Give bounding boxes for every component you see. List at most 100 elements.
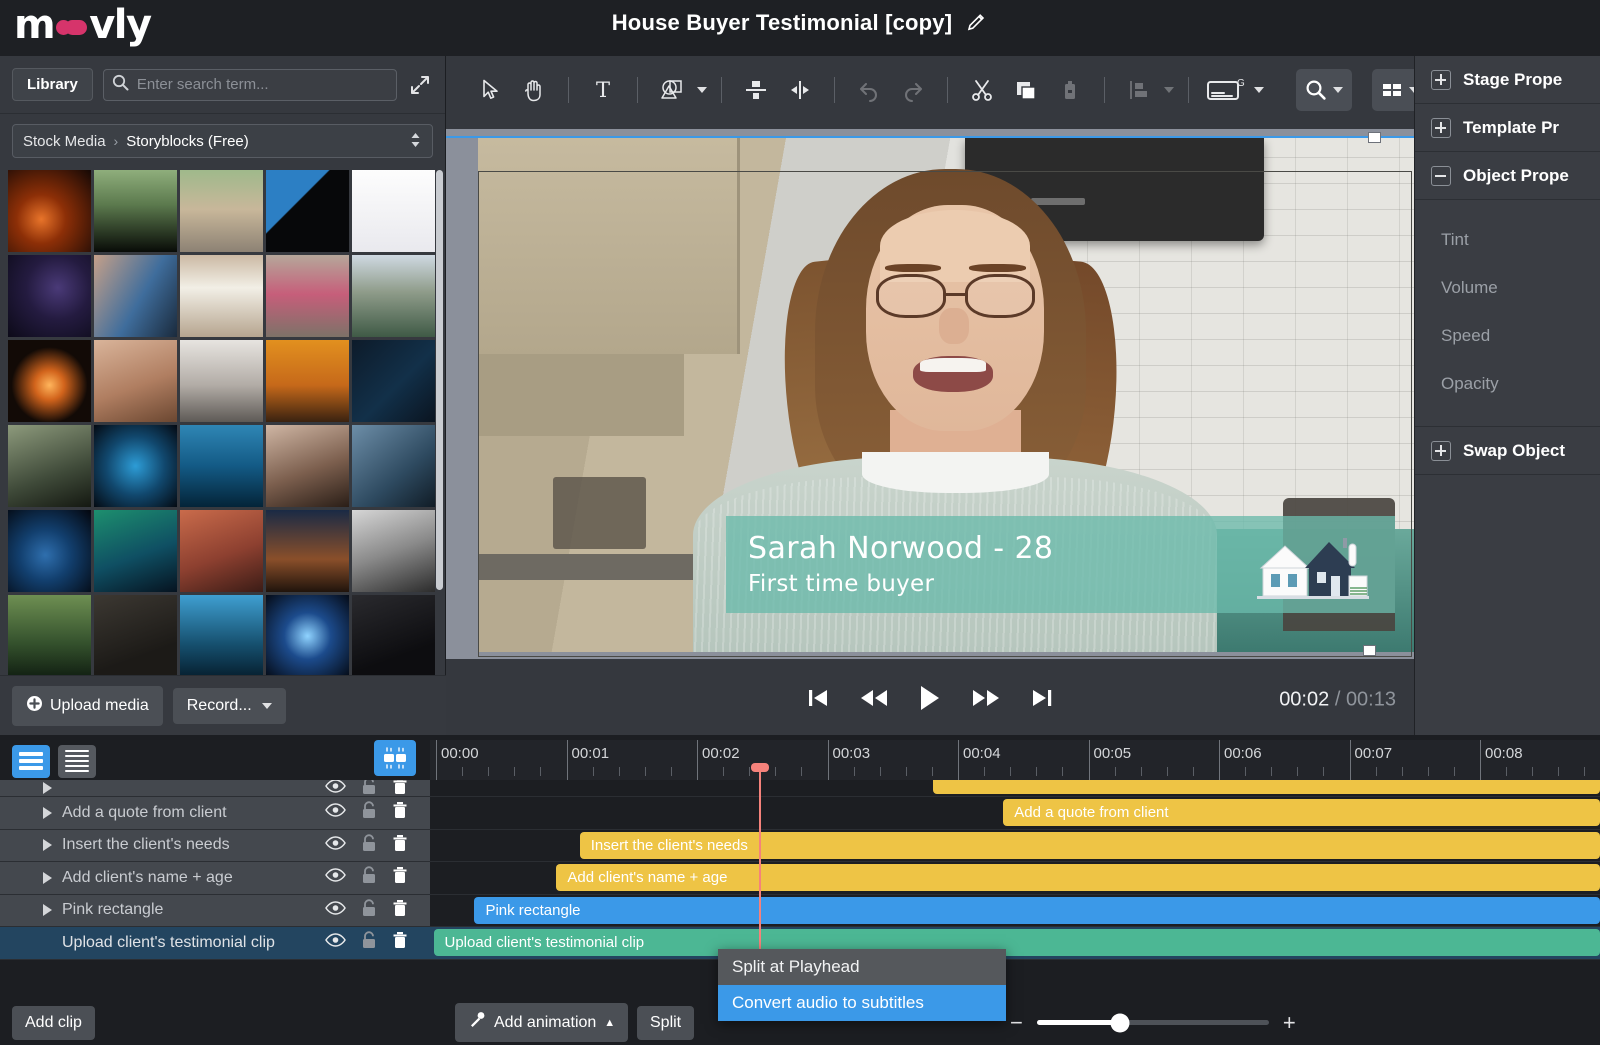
glue-icon[interactable] [1050,70,1090,110]
template-properties-header[interactable]: Template Pr [1415,104,1600,152]
trash-icon[interactable] [392,899,408,922]
lock-icon[interactable] [361,899,377,922]
redo-arrow-icon[interactable] [893,70,933,110]
media-thumbnail-falling-money[interactable] [94,170,177,252]
media-thumbnail-browser-screenshot[interactable] [352,170,435,252]
track-client-name-age[interactable]: Add client's name + age Add client's name… [0,862,1600,895]
zoom-slider[interactable] [1036,1013,1269,1032]
property-row-tint[interactable]: Tint [1415,216,1600,264]
media-thumbnail-blue-waves[interactable] [180,595,263,677]
cursor-icon[interactable] [470,70,510,110]
rewind-icon[interactable] [859,685,889,716]
timeline-clip[interactable]: Add a quote from client [1003,799,1600,826]
property-row-speed[interactable]: Speed [1415,312,1600,360]
media-thumbnail-dollar-bill-macro[interactable] [8,425,91,507]
timeline-clip[interactable]: Add client's name + age [556,864,1600,891]
media-thumbnail-phone-in-hand[interactable] [266,425,349,507]
media-thumbnail-glasses-on-laptop[interactable] [352,425,435,507]
lock-icon[interactable] [361,834,377,857]
track-header[interactable]: Add a quote from client [0,797,430,829]
media-thumbnail-orange-sunset[interactable] [266,340,349,422]
track-add-a-quote[interactable]: Add a quote from client Add a quote from … [0,797,1600,830]
track-lane[interactable]: Upload client's testimonial clip [430,927,1600,959]
undo-arrow-icon[interactable] [849,70,889,110]
record-button[interactable]: Record... [172,687,286,724]
track-header[interactable]: Pink rectangle [0,894,430,926]
list-view-icon[interactable] [12,744,50,778]
media-thumbnail-runner-legs[interactable] [180,170,263,252]
skip-to-end-icon[interactable] [1029,685,1055,716]
track-lane[interactable] [430,780,1600,796]
compact-view-icon[interactable] [58,744,96,778]
property-row-volume[interactable]: Volume [1415,264,1600,312]
zoom-button[interactable] [1296,69,1352,111]
track-lane[interactable]: Pink rectangle [430,895,1600,927]
align-horizontal-icon[interactable] [780,70,820,110]
upload-media-button[interactable]: Upload media [12,685,163,726]
zoom-out-icon[interactable]: − [1010,1011,1023,1034]
text-t-icon[interactable]: T [583,70,623,110]
eye-icon[interactable] [325,780,346,798]
media-thumbnail-fireworks-blue[interactable] [266,595,349,677]
media-thumbnail-code-on-screen[interactable] [352,340,435,422]
pencil-icon[interactable] [966,12,988,34]
expand-diagonal-icon[interactable] [407,72,433,98]
media-thumbnail-closed-sign[interactable] [180,255,263,337]
eye-icon[interactable] [325,933,346,952]
search-input[interactable] [128,76,396,93]
trash-icon[interactable] [392,931,408,954]
track-lane[interactable]: Insert the client's needs [430,830,1600,862]
track-header[interactable]: Add client's name + age [0,862,430,894]
split-button[interactable]: Split [637,1005,695,1040]
eye-icon[interactable] [325,835,346,855]
eye-icon[interactable] [325,803,346,822]
clip-view-icon[interactable] [374,740,416,776]
selection-handle-bottom[interactable] [1363,645,1376,656]
shapes-tool[interactable] [652,70,707,110]
partial-top-track[interactable] [0,780,1600,797]
property-row-opacity[interactable]: Opacity [1415,360,1600,408]
arrange-tool[interactable] [1119,70,1174,110]
add-animation-button[interactable]: Add animation ▲ [455,1003,629,1042]
timeline-clip[interactable] [933,780,1600,794]
media-thumbnail-earth-from-space[interactable] [8,510,91,592]
lock-icon[interactable] [361,866,377,889]
timeline-clip[interactable]: Insert the client's needs [579,831,1600,859]
track-pink-rectangle[interactable]: Pink rectangle Pink rectangle [0,894,1600,927]
trash-icon[interactable] [392,834,408,857]
media-thumbnail-underwater-light[interactable] [180,425,263,507]
skip-to-start-icon[interactable] [805,685,831,716]
eye-icon[interactable] [325,900,346,920]
align-vertical-icon[interactable] [736,70,776,110]
timeline-clip[interactable]: Pink rectangle [474,896,1600,924]
media-thumbnail-city-lights-night[interactable] [266,510,349,592]
expand-arrow-icon[interactable] [43,871,52,884]
media-thumbnail-city-aerial[interactable] [352,255,435,337]
expand-arrow-icon[interactable] [43,806,52,819]
hand-icon[interactable] [514,70,554,110]
media-thumbnail-explosion-dark[interactable] [8,340,91,422]
library-breadcrumb-select[interactable]: Stock Media › Storyblocks (Free) [12,124,433,158]
swap-object-header[interactable]: Swap Object [1415,427,1600,475]
selection-handle-top[interactable] [1368,132,1381,143]
lock-icon[interactable] [361,931,377,954]
track-header[interactable] [0,780,430,796]
copy-icon[interactable] [1006,70,1046,110]
subtitles-tool[interactable]: G [1203,70,1264,110]
video-preview[interactable]: Sarah Norwood - 28 First time buyer [478,138,1414,652]
expand-arrow-icon[interactable] [43,782,52,794]
track-insert-needs[interactable]: Insert the client's needs Insert the clie… [0,829,1600,862]
expand-arrow-icon[interactable] [43,839,52,852]
stock-media-grid[interactable] [8,170,438,715]
track-header[interactable]: Insert the client's needs [0,829,430,861]
media-thumbnail-dark-abstract[interactable] [352,595,435,677]
media-thumbnail-starry-sky[interactable] [8,255,91,337]
media-thumbnail-dark-texture[interactable] [94,595,177,677]
zoom-slider-handle[interactable] [1110,1013,1130,1032]
search-box[interactable] [102,68,397,101]
media-thumbnail-fire-embers[interactable] [8,170,91,252]
lower-third-overlay[interactable]: Sarah Norwood - 28 First time buyer [726,515,1396,614]
trash-icon[interactable] [392,801,408,824]
media-thumbnail-hands-keyboard[interactable] [180,340,263,422]
track-lane[interactable]: Add client's name + age [430,862,1600,894]
